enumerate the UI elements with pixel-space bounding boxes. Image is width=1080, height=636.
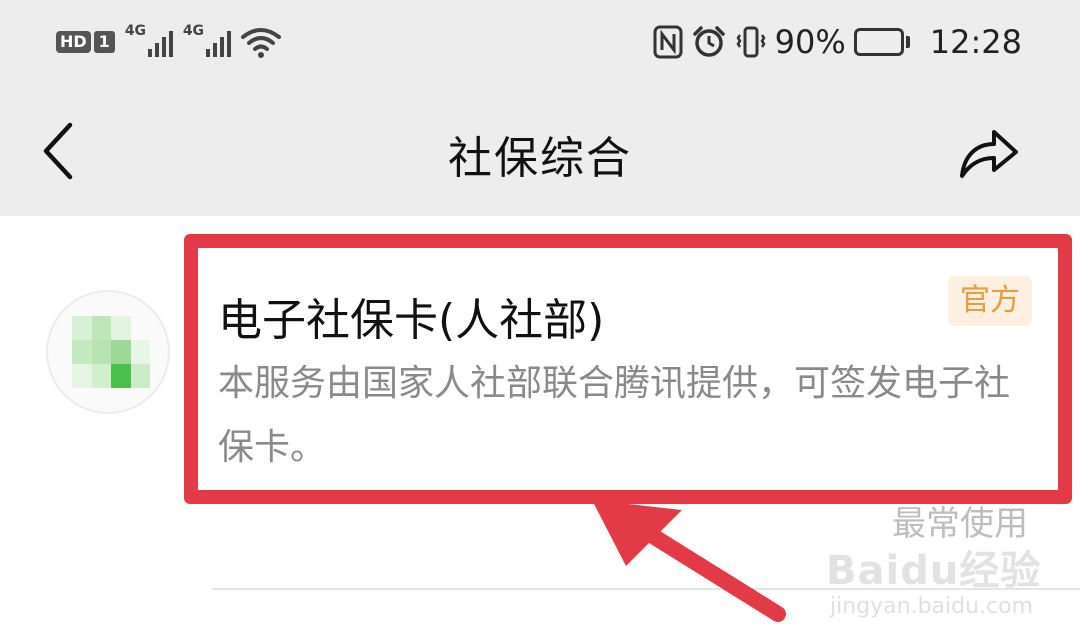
- title-bar: 社保综合: [0, 84, 1080, 216]
- service-logo-mosaic: [72, 316, 150, 388]
- share-icon: [960, 130, 1018, 178]
- content-area: 电子社保卡(人社部) 官方 本服务由国家人社部联合腾讯提供，可签发电子社保卡。 …: [0, 216, 1080, 636]
- watermark-logo: Baidu经验: [826, 548, 1042, 594]
- signal-icon: 4G: [124, 23, 173, 59]
- watermark: Baidu经验 jingyan.baidu.com: [826, 538, 1056, 634]
- hd-label: HD: [56, 31, 91, 53]
- wifi-icon: [240, 25, 281, 59]
- share-button[interactable]: [956, 120, 1022, 186]
- page-title: 社保综合: [448, 133, 632, 184]
- nfc-icon: [653, 25, 683, 59]
- service-name: 电子社保卡(人社部): [218, 295, 605, 346]
- vibrate-icon: [735, 25, 767, 59]
- service-card[interactable]: 电子社保卡(人社部) 官方 本服务由国家人社部联合腾讯提供，可签发电子社保卡。: [184, 234, 1072, 504]
- network-type-label: 4G: [124, 23, 147, 39]
- signal-icon: 4G: [182, 23, 231, 59]
- alarm-icon: [691, 25, 727, 59]
- status-right: 90% 12:28: [653, 22, 1022, 62]
- sim-label: 1: [93, 31, 115, 53]
- status-left: HD 1 4G 4G: [56, 22, 281, 62]
- official-badge: 官方: [948, 276, 1032, 326]
- battery-icon: [853, 28, 910, 56]
- watermark-url: jingyan.baidu.com: [830, 594, 1034, 619]
- hd-icon: HD 1: [56, 31, 115, 53]
- battery-percent: 90%: [774, 23, 846, 61]
- network-type-label: 4G: [182, 23, 205, 39]
- service-avatar[interactable]: [46, 290, 170, 414]
- status-bar: HD 1 4G 4G 90% 12:28: [0, 0, 1080, 84]
- service-description: 本服务由国家人社部联合腾讯提供，可签发电子社保卡。: [218, 363, 1011, 468]
- clock: 12:28: [929, 23, 1022, 61]
